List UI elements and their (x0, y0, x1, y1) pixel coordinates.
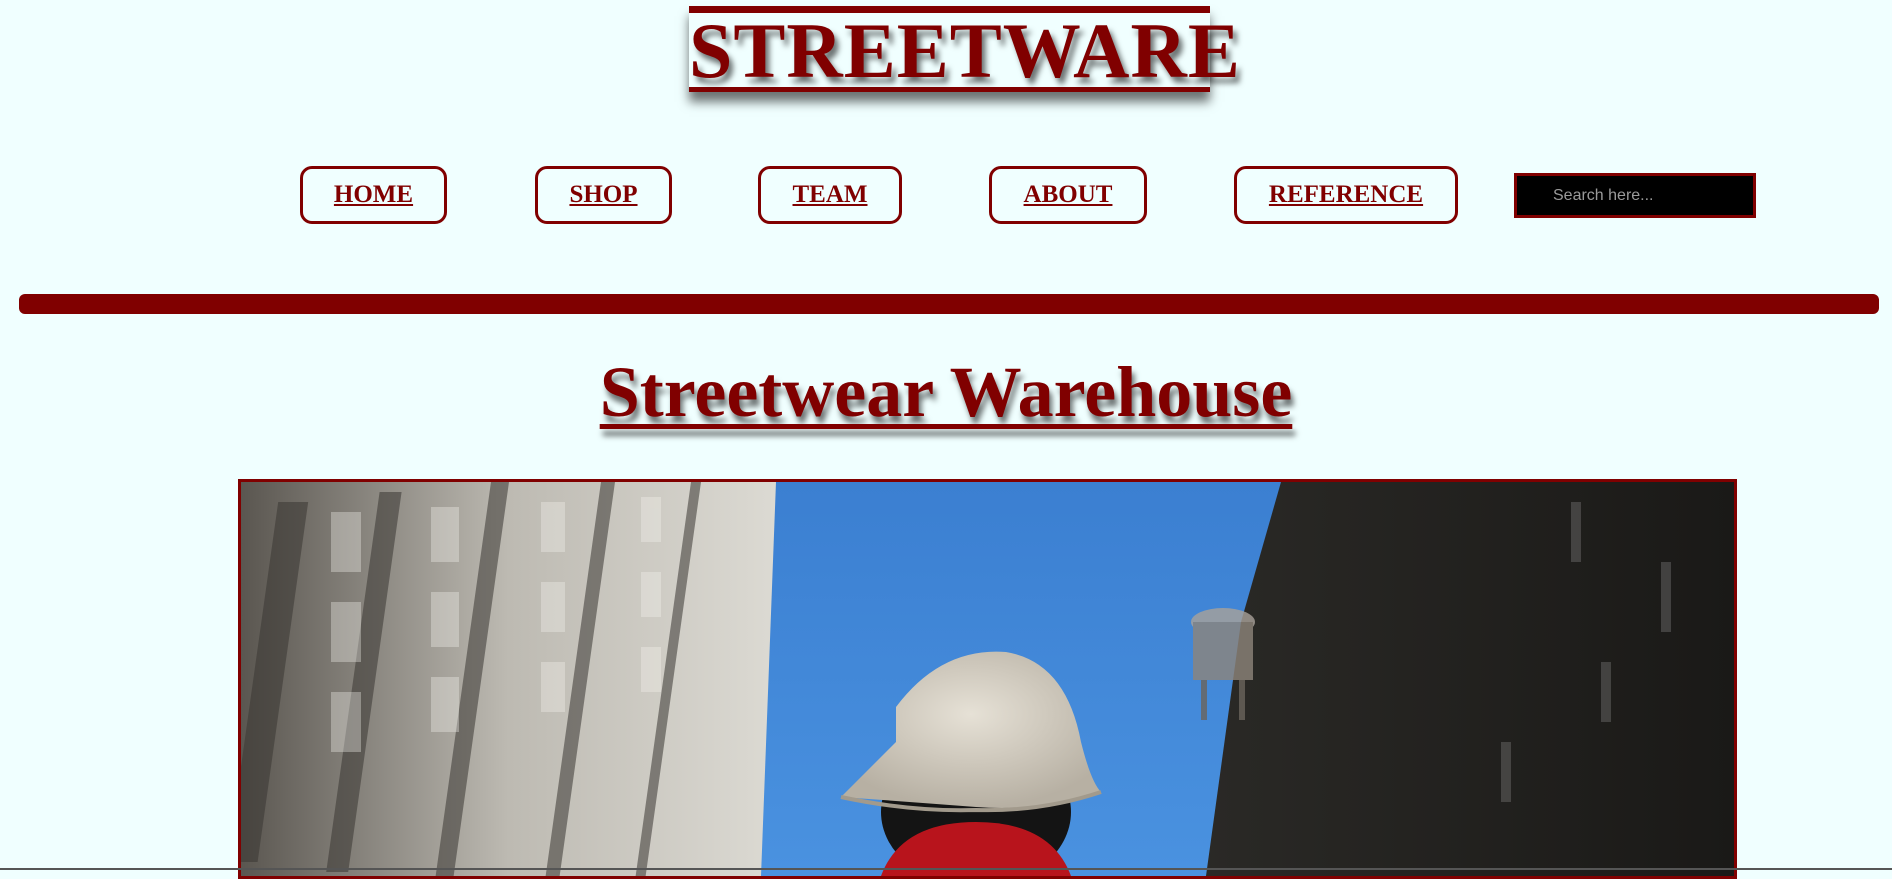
nav-shop-button[interactable]: SHOP (535, 166, 672, 224)
page-headline: Streetwear Warehouse (0, 350, 1892, 434)
site-logo[interactable]: STREETWARE (689, 12, 1240, 90)
nav-team-button[interactable]: TEAM (758, 166, 902, 224)
header-divider (19, 294, 1879, 314)
nav-about-button[interactable]: ABOUT (989, 166, 1147, 224)
nav-home-button[interactable]: HOME (300, 166, 447, 224)
page-headline-text: Streetwear Warehouse (599, 352, 1293, 432)
logo-banner: STREETWARE (689, 6, 1240, 92)
hero-image (238, 479, 1737, 879)
hero-photo (241, 482, 1734, 876)
search-input[interactable] (1514, 173, 1756, 218)
nav-reference-button[interactable]: REFERENCE (1234, 166, 1458, 224)
